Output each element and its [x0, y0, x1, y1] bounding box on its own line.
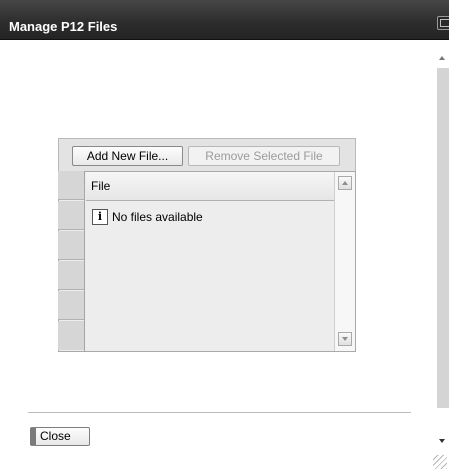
empty-table-message: i No files available — [92, 208, 203, 226]
row-header-corner[interactable] — [58, 171, 84, 200]
row-selector[interactable] — [58, 231, 84, 260]
row-selector[interactable] — [58, 201, 84, 230]
table-scroll-up-button[interactable] — [338, 176, 352, 190]
info-icon: i — [92, 209, 108, 225]
empty-message-text: No files available — [112, 210, 203, 224]
row-selector[interactable] — [58, 291, 84, 320]
maximize-icon[interactable] — [437, 16, 449, 30]
dialog-scrollbar[interactable] — [437, 68, 449, 408]
column-header-label: File — [91, 179, 111, 193]
add-new-file-button[interactable]: Add New File... — [72, 146, 183, 166]
scroll-down-arrow-icon[interactable] — [439, 439, 445, 443]
table-scrollbar[interactable] — [334, 172, 355, 351]
scroll-up-arrow-icon[interactable] — [439, 56, 445, 60]
row-selector[interactable] — [58, 261, 84, 290]
dialog-title: Manage P12 Files — [9, 19, 118, 34]
chevron-down-icon — [342, 337, 348, 341]
remove-selected-file-button[interactable]: Remove Selected File — [188, 146, 340, 166]
chevron-up-icon — [342, 181, 348, 185]
close-button[interactable]: Close — [30, 427, 90, 446]
resize-grip-icon[interactable] — [433, 455, 447, 469]
column-header-file[interactable]: File — [86, 172, 334, 201]
footer-divider — [28, 412, 411, 413]
row-header-column — [58, 171, 85, 352]
table-scroll-down-button[interactable] — [338, 332, 352, 346]
dialog-titlebar: Manage P12 Files — [0, 0, 449, 40]
row-selector[interactable] — [58, 321, 84, 350]
